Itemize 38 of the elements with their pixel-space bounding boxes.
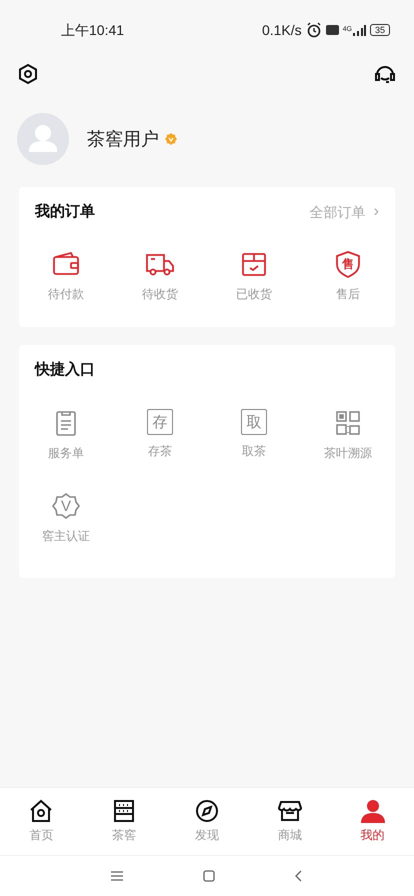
home-button-icon[interactable] [203,870,215,882]
nav-tab[interactable]: 商城 [248,798,332,855]
section-title: 快捷入口 [35,360,95,380]
character-icon: 取 [241,409,267,435]
shortcut-item[interactable]: 取 取茶 [207,409,301,462]
all-orders-link[interactable]: 全部订单 › [310,200,379,224]
section-title: 我的订单 [35,202,95,222]
order-status-item[interactable]: 待付款 [19,249,113,303]
user-name: 茶窖用户 [87,128,159,150]
status-time: 上午10:41 [61,20,124,40]
order-status-item[interactable]: 售 售后 [301,249,395,303]
shortcut-item[interactable]: V 窖主认证 [19,492,113,545]
shortcut-item[interactable]: 茶叶溯源 [301,409,395,462]
compass-icon [194,798,220,824]
settings-icon[interactable] [17,63,39,85]
shortcut-item[interactable]: 服务单 [19,409,113,462]
menu-icon[interactable] [111,871,123,881]
nav-tab[interactable]: 发现 [166,798,248,855]
battery-level: 35 [370,24,390,36]
character-icon: 存 [147,409,173,435]
user-icon [360,798,386,824]
order-status-item[interactable]: 待收货 [113,249,207,303]
store-icon [276,798,303,824]
signal-icon [352,24,366,36]
nav-tab[interactable]: 我的 [331,798,414,855]
avatar [17,113,69,165]
order-status-item[interactable]: 已收货 [207,249,301,303]
network-speed: 0.1K/s [262,20,302,40]
headset-icon[interactable] [373,63,397,85]
badge-icon: V [52,492,80,520]
nav-tab[interactable]: 茶窖 [82,798,166,855]
back-icon[interactable] [295,870,303,882]
qr-code-icon [334,409,362,437]
home-icon [28,798,54,824]
shield-icon: 售 [333,249,363,279]
alarm-icon [306,22,322,38]
shortcut-item[interactable]: 存 存茶 [113,409,207,462]
nav-tab[interactable]: 首页 [0,798,83,855]
